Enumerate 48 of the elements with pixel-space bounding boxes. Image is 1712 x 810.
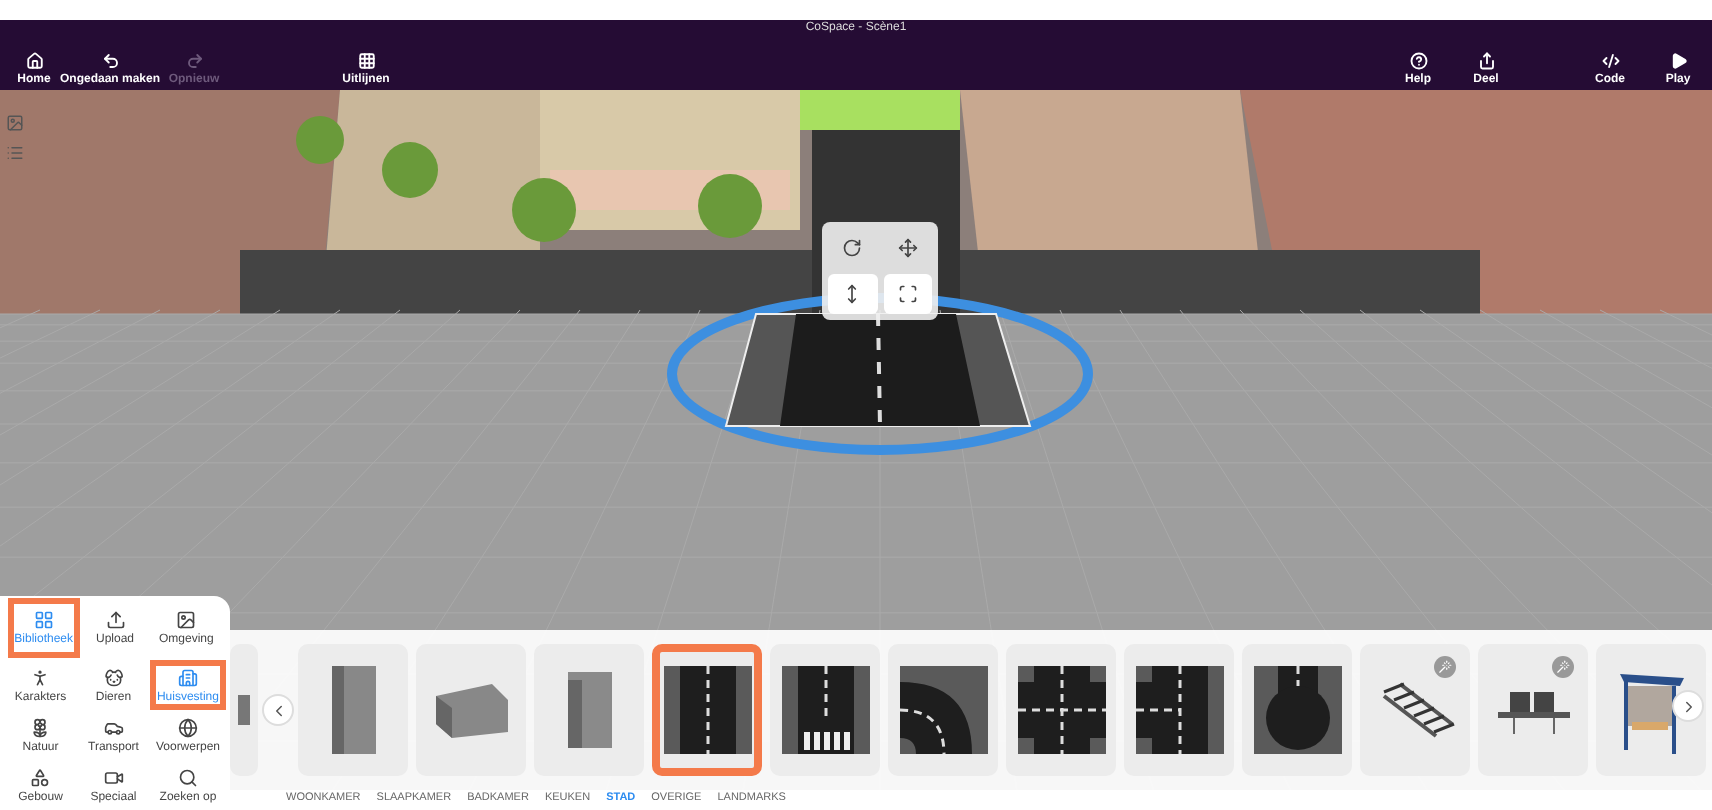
item-tile[interactable] (298, 644, 408, 776)
building-icon (177, 667, 198, 687)
help-icon (1409, 52, 1427, 70)
wand-badge-icon (1552, 656, 1574, 678)
item-tile[interactable] (1478, 644, 1588, 776)
dog-icon (103, 667, 124, 687)
item-tile[interactable] (1242, 644, 1352, 776)
curved-road-thumbnail (899, 666, 987, 754)
crosswalk-road-thumbnail (781, 666, 869, 754)
item-tile[interactable] (534, 644, 644, 776)
landscape-icon (176, 610, 197, 630)
building-thumbnail (431, 680, 511, 740)
tower-building-thumbnail (327, 662, 379, 758)
item-tile[interactable] (888, 644, 998, 776)
home-icon (25, 52, 43, 70)
upload-icon (105, 610, 125, 630)
wand-badge-icon (1434, 656, 1456, 678)
item-tile[interactable] (230, 644, 258, 776)
play-icon (1669, 52, 1687, 70)
item-tile[interactable] (652, 644, 762, 776)
item-tile[interactable] (1124, 644, 1234, 776)
lift-button[interactable] (828, 274, 877, 314)
car-icon (103, 717, 124, 737)
item-tile[interactable] (1360, 644, 1470, 776)
office-building-thumbnail (563, 668, 615, 752)
undo-icon (101, 52, 119, 70)
item-tile[interactable] (1006, 644, 1116, 776)
item-tile[interactable] (416, 644, 526, 776)
shapes-icon (30, 767, 51, 787)
move-icon (897, 238, 918, 258)
straight-road-thumbnail (663, 666, 751, 754)
item-tile[interactable] (770, 644, 880, 776)
globe-icon (177, 717, 198, 737)
camera-icon (103, 767, 124, 787)
flower-icon (30, 717, 51, 737)
share-icon (1477, 52, 1495, 70)
grid-icon (357, 52, 375, 70)
search-icon (177, 767, 198, 787)
dead-end-road-thumbnail (1253, 666, 1341, 754)
rotate-icon (842, 238, 863, 258)
scale-icon (897, 284, 918, 304)
redo-icon (185, 52, 203, 70)
code-icon (1601, 52, 1619, 70)
grid-icon (33, 610, 54, 630)
t-junction-road-thumbnail (1135, 666, 1223, 754)
item-tile[interactable] (1596, 644, 1706, 776)
crossroads-thumbnail (1017, 666, 1105, 754)
person-icon (30, 667, 51, 687)
